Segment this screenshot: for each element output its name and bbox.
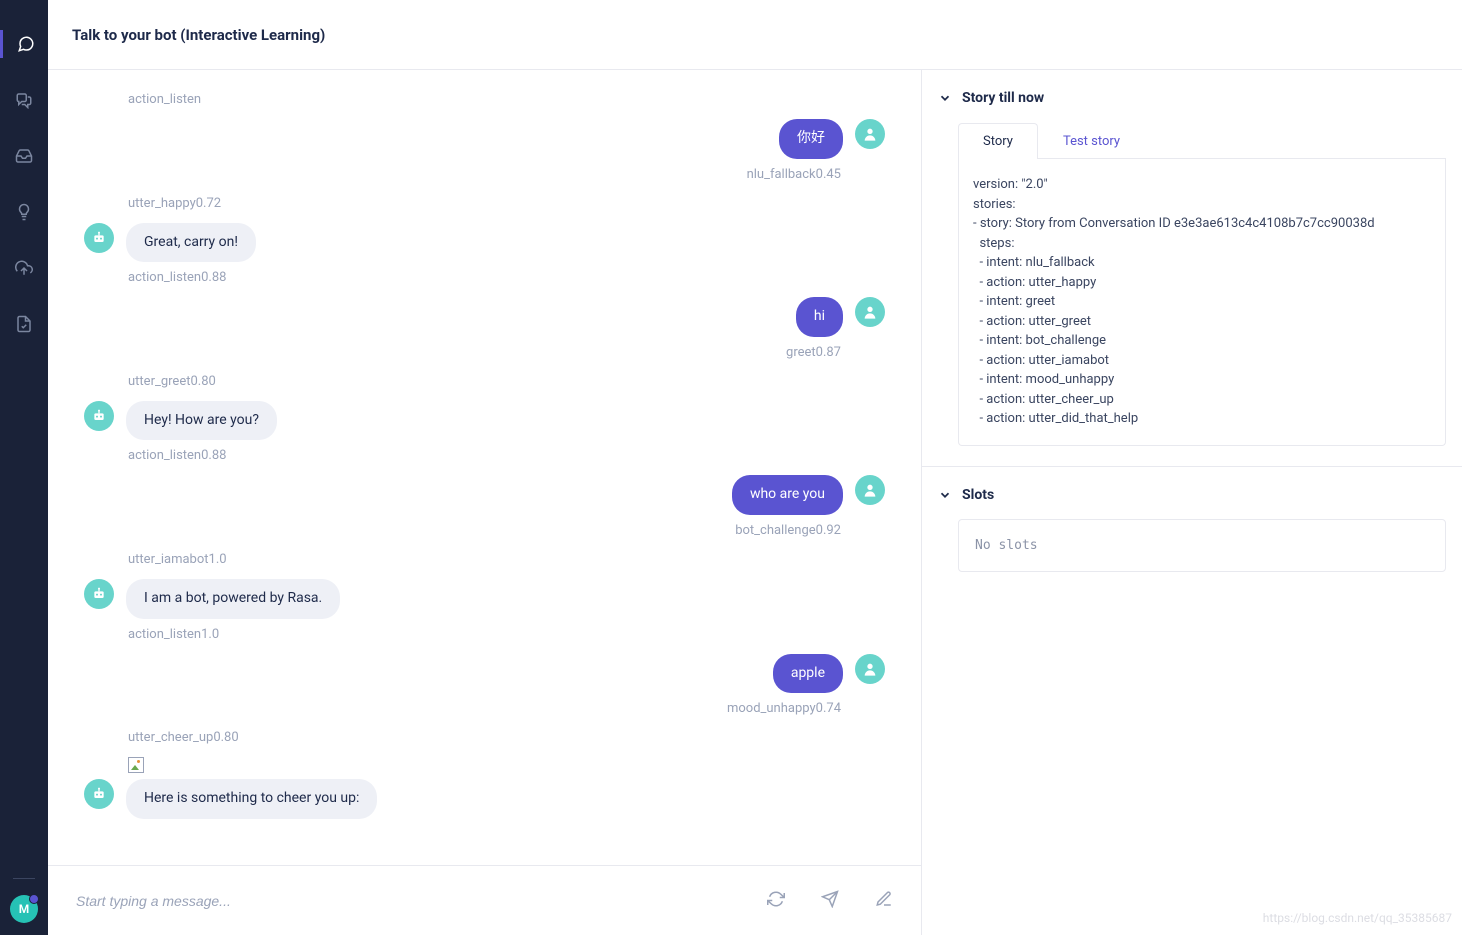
bot-action-label[interactable]: utter_iamabot1.0 xyxy=(128,552,885,567)
user-intent-label[interactable]: mood_unhappy0.74 xyxy=(84,701,841,716)
bot-avatar xyxy=(84,223,114,253)
bot-action-label[interactable]: action_listen xyxy=(128,92,885,107)
bot-action-label[interactable]: action_listen0.88 xyxy=(128,448,885,463)
sidebar-item-models[interactable] xyxy=(0,254,48,282)
right-panel: Story till now Story Test story version:… xyxy=(922,70,1462,935)
bot-message-bubble[interactable]: I am a bot, powered by Rasa. xyxy=(126,579,340,619)
file-icon xyxy=(15,315,33,333)
user-message-row: 你好 xyxy=(84,119,885,159)
user-message-row: who are you xyxy=(84,475,885,515)
bot-message-bubble[interactable]: Great, carry on! xyxy=(126,223,256,263)
main: Talk to your bot (Interactive Learning) … xyxy=(48,0,1462,935)
tab-test-story[interactable]: Test story xyxy=(1038,123,1145,159)
slots-header[interactable]: Slots xyxy=(930,487,1446,503)
chevron-down-icon xyxy=(938,91,952,105)
slots-title: Slots xyxy=(962,487,994,503)
bot-action-label[interactable]: utter_cheer_up0.80 xyxy=(128,730,885,745)
bot-message-row: I am a bot, powered by Rasa. xyxy=(84,579,885,619)
refresh-button[interactable] xyxy=(767,890,785,912)
pencil-icon xyxy=(875,890,893,908)
user-message-bubble[interactable]: 你好 xyxy=(779,119,843,159)
cloud-upload-icon xyxy=(15,259,33,277)
user-intent-label[interactable]: nlu_fallback0.45 xyxy=(84,167,841,182)
sidebar-item-conversations[interactable] xyxy=(0,86,48,114)
bot-action-label[interactable]: action_listen0.88 xyxy=(128,270,885,285)
user-avatar-small xyxy=(855,654,885,684)
sidebar-item-talk[interactable] xyxy=(0,30,48,58)
story-title: Story till now xyxy=(962,90,1044,106)
chevron-down-icon xyxy=(938,488,952,502)
bot-message-row: Hey! How are you? xyxy=(84,401,885,441)
header: Talk to your bot (Interactive Learning) xyxy=(48,0,1462,70)
bot-message-bubble[interactable]: Hey! How are you? xyxy=(126,401,277,441)
send-button[interactable] xyxy=(821,890,839,912)
user-message-bubble[interactable]: who are you xyxy=(732,475,843,515)
sidebar-item-inbox[interactable] xyxy=(0,142,48,170)
bot-action-label[interactable]: utter_greet0.80 xyxy=(128,374,885,389)
page-title: Talk to your bot (Interactive Learning) xyxy=(72,26,325,44)
chat-area: action_listen 你好 nlu_fallback0.45 utter_hap… xyxy=(48,70,922,935)
user-avatar[interactable]: M xyxy=(10,895,38,923)
user-intent-label[interactable]: greet0.87 xyxy=(84,345,841,360)
user-intent-label[interactable]: bot_challenge0.92 xyxy=(84,523,841,538)
edit-button[interactable] xyxy=(875,890,893,912)
bot-action-label[interactable]: utter_happy0.72 xyxy=(128,196,885,211)
bot-avatar xyxy=(84,779,114,809)
bot-message-row: Great, carry on! xyxy=(84,223,885,263)
story-section: Story till now Story Test story version:… xyxy=(922,70,1462,467)
user-avatar-small xyxy=(855,119,885,149)
slots-content: No slots xyxy=(958,519,1446,572)
bot-message-bubble[interactable]: Here is something to cheer you up: xyxy=(126,779,377,819)
user-avatar-small xyxy=(855,297,885,327)
sidebar-divider xyxy=(13,878,35,879)
user-avatar-small xyxy=(855,475,885,505)
sidebar-item-insights[interactable] xyxy=(0,198,48,226)
user-message-bubble[interactable]: hi xyxy=(796,297,843,337)
message-input[interactable] xyxy=(76,893,757,909)
inbox-icon xyxy=(15,147,33,165)
chat-scroll[interactable]: action_listen 你好 nlu_fallback0.45 utter_hap… xyxy=(48,70,921,865)
sidebar: M xyxy=(0,0,48,935)
send-icon xyxy=(821,890,839,908)
lightbulb-icon xyxy=(15,203,33,221)
sidebar-item-data[interactable] xyxy=(0,310,48,338)
bot-message-row: Here is something to cheer you up: xyxy=(84,779,885,819)
story-tabs: Story Test story xyxy=(958,122,1446,159)
tab-story[interactable]: Story xyxy=(958,123,1038,159)
bot-action-label[interactable]: action_listen1.0 xyxy=(128,627,885,642)
refresh-icon xyxy=(767,890,785,908)
body: action_listen 你好 nlu_fallback0.45 utter_hap… xyxy=(48,70,1462,935)
chat-bubble-icon xyxy=(17,35,35,53)
input-bar xyxy=(48,865,921,935)
conversations-icon xyxy=(15,91,33,109)
user-message-row: apple xyxy=(84,654,885,694)
story-content: version: "2.0" stories: - story: Story f… xyxy=(958,159,1446,446)
slots-section: Slots No slots xyxy=(922,467,1462,592)
story-header[interactable]: Story till now xyxy=(930,90,1446,106)
user-message-bubble[interactable]: apple xyxy=(773,654,843,694)
user-message-row: hi xyxy=(84,297,885,337)
broken-image-icon xyxy=(128,757,144,773)
bot-avatar xyxy=(84,579,114,609)
bot-avatar xyxy=(84,401,114,431)
